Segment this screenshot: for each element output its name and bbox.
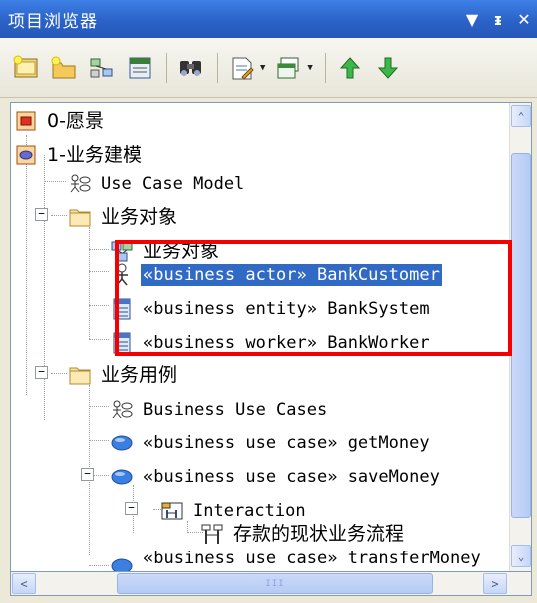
tree-item-label: Use Case Model <box>101 174 245 194</box>
sequence-diagram-icon <box>201 523 223 545</box>
tree-item-label: «business actor» BankCustomer <box>141 264 442 286</box>
tree-item-label: «business use case» transferMoney <box>143 551 481 568</box>
chevron-down-icon: ⌄ <box>517 549 525 563</box>
tree-line <box>51 215 67 216</box>
use-case-diagram-icon <box>69 173 91 195</box>
tree-line <box>89 271 109 272</box>
tree-item-label: «business use case» saveMoney <box>143 467 440 487</box>
chevron-down-icon[interactable]: ▼ <box>260 63 265 73</box>
grip-icon: III <box>265 578 285 589</box>
collapse-button[interactable]: − <box>35 208 48 221</box>
scroll-down-button[interactable]: ⌄ <box>511 545 531 567</box>
find-icon[interactable] <box>175 52 207 84</box>
dropdown-menu-button[interactable]: ▼ <box>459 10 485 29</box>
panel-titlebar: 项目浏览器 ▼ ᵻ ✕ <box>0 0 537 38</box>
project-tree[interactable]: − − − − 0-愿景 1-业务建模 Use Case Model 业务对象 … <box>10 102 532 572</box>
tree-line <box>89 305 109 306</box>
interaction-icon <box>161 500 183 522</box>
tree-item-label: 存款的现状业务流程 <box>233 523 405 545</box>
chevron-left-icon: < <box>20 576 28 591</box>
chevron-down-icon[interactable]: ▼ <box>307 63 312 73</box>
tree-item[interactable]: «business worker» BankWorker <box>111 326 432 360</box>
collapse-button[interactable]: − <box>125 502 138 515</box>
tree-item[interactable]: 业务用例 <box>69 358 179 392</box>
close-button[interactable]: ✕ <box>511 10 537 29</box>
horizontal-scrollbar[interactable]: < III > <box>10 572 532 596</box>
pin-button[interactable]: ᵻ <box>485 10 511 29</box>
tree-line <box>89 406 109 407</box>
collapse-button[interactable]: − <box>81 468 94 481</box>
move-up-icon[interactable] <box>334 52 366 84</box>
move-down-icon[interactable] <box>372 52 404 84</box>
use-case-icon <box>111 551 133 571</box>
tree-line <box>89 440 109 441</box>
toolbar-separator <box>217 52 218 83</box>
toolbar: ▼ ▼ <box>0 38 537 98</box>
tree-item-label: «business use case» getMoney <box>143 433 430 453</box>
tree-line <box>89 339 109 340</box>
new-diagram-icon[interactable] <box>86 52 118 84</box>
new-element-icon[interactable] <box>124 52 156 84</box>
folder-icon <box>69 206 91 228</box>
folder-icon <box>69 364 91 386</box>
tree-line <box>51 373 67 374</box>
tree-item[interactable]: Use Case Model <box>69 167 246 201</box>
tree-item-label: 1-业务建模 <box>47 144 142 166</box>
new-package-icon[interactable] <box>10 52 42 84</box>
tree-item[interactable]: 业务对象 <box>69 200 179 234</box>
scroll-right-button[interactable]: > <box>483 573 507 594</box>
chevron-right-icon: > <box>491 576 499 591</box>
tree-item[interactable]: Business Use Cases <box>111 393 329 427</box>
tree-line <box>89 249 109 250</box>
tree-line <box>44 155 45 420</box>
use-case-diagram-icon <box>111 399 133 421</box>
tree-item-label: 业务用例 <box>101 364 178 386</box>
tree-item[interactable]: «business use case» getMoney <box>111 426 432 460</box>
toolbar-separator <box>324 52 326 83</box>
tree-item-label: 业务对象 <box>101 206 178 228</box>
tree-item-label: 0-愿景 <box>47 110 104 132</box>
worker-icon <box>111 332 133 354</box>
collapse-button[interactable]: − <box>35 366 48 379</box>
scroll-up-button[interactable]: ⌃ <box>511 105 531 127</box>
use-case-icon <box>111 432 133 454</box>
tree-line <box>89 565 109 566</box>
tree-line <box>44 181 66 182</box>
tree-item[interactable]: 存款的现状业务流程 <box>201 517 406 551</box>
tree-item-selected[interactable]: «business actor» BankCustomer <box>111 258 442 292</box>
tree-item-label: Business Use Cases <box>143 400 328 420</box>
tree-item[interactable]: «business use case» transferMoney <box>111 551 483 571</box>
tree-item-label: «business entity» BankSystem <box>143 299 430 319</box>
tree-item[interactable]: 0-愿景 <box>15 104 106 138</box>
entity-icon <box>111 298 133 320</box>
tree-item[interactable]: «business use case» saveMoney <box>111 460 442 494</box>
scroll-left-button[interactable]: < <box>12 573 36 594</box>
tree-line <box>26 135 27 395</box>
panel-title: 项目浏览器 <box>8 11 98 32</box>
document-icon[interactable] <box>226 52 258 84</box>
tree-item[interactable]: «business entity» BankSystem <box>111 292 432 326</box>
vertical-scrollbar[interactable]: ⌃ ⌄ <box>509 103 531 571</box>
chevron-up-icon: ⌃ <box>517 109 525 123</box>
toolbar-separator <box>166 52 167 83</box>
view-red-icon <box>15 110 37 132</box>
view-options-icon[interactable] <box>273 52 305 84</box>
use-case-icon <box>111 466 133 488</box>
view-blue-icon <box>15 144 37 166</box>
new-folder-icon[interactable] <box>48 52 80 84</box>
tree-line <box>89 227 90 339</box>
horizontal-scroll-thumb[interactable]: III <box>117 573 433 594</box>
vertical-scroll-thumb[interactable] <box>511 153 531 518</box>
tree-item-label: «business worker» BankWorker <box>143 333 430 353</box>
actor-icon <box>111 263 133 286</box>
